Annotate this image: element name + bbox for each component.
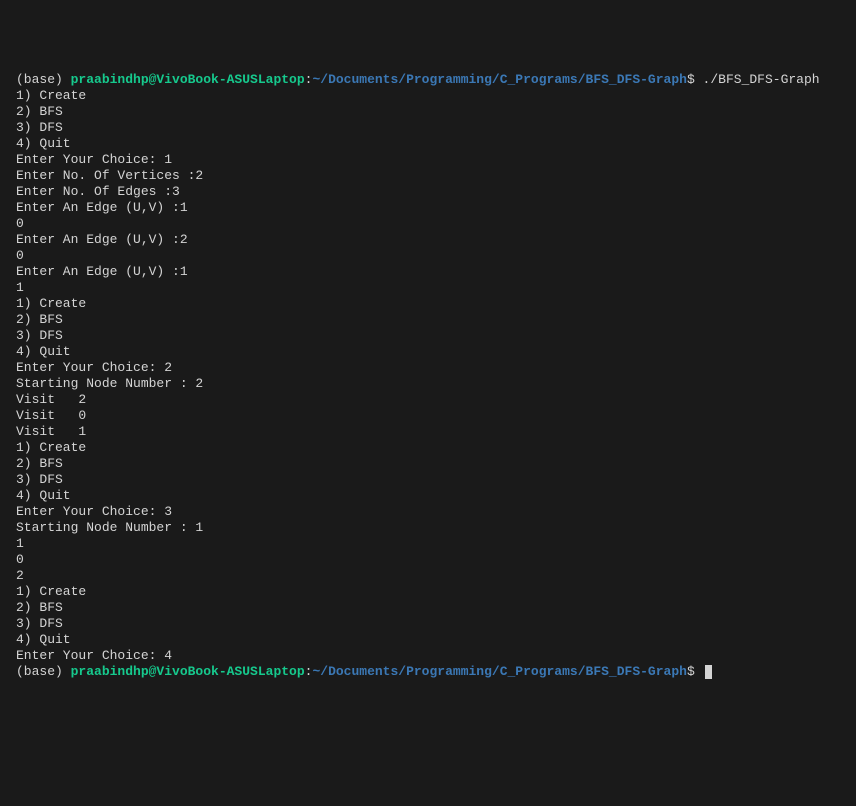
output-line: Enter An Edge (U,V) :1 bbox=[16, 200, 840, 216]
output-line: 4) Quit bbox=[16, 344, 840, 360]
output-line: Enter Your Choice: 1 bbox=[16, 152, 840, 168]
env-prefix: (base) bbox=[16, 664, 71, 679]
output-line: Visit 2 bbox=[16, 392, 840, 408]
output-line: 0 bbox=[16, 552, 840, 568]
output-line: Enter Your Choice: 3 bbox=[16, 504, 840, 520]
output-line: Enter An Edge (U,V) :1 bbox=[16, 264, 840, 280]
output-line: Visit 1 bbox=[16, 424, 840, 440]
output-line: 2) BFS bbox=[16, 312, 840, 328]
prompt-line-1: (base) praabindhp@VivoBook-ASUSLaptop:~/… bbox=[16, 72, 840, 88]
prompt-line-2[interactable]: (base) praabindhp@VivoBook-ASUSLaptop:~/… bbox=[16, 664, 840, 680]
dollar-sign: $ bbox=[687, 664, 695, 679]
output-line: 3) DFS bbox=[16, 328, 840, 344]
output-line: Enter Your Choice: 4 bbox=[16, 648, 840, 664]
output-line: Enter No. Of Edges :3 bbox=[16, 184, 840, 200]
dollar-sign: $ bbox=[687, 72, 695, 87]
cwd-path: ~/Documents/Programming/C_Programs/BFS_D… bbox=[312, 664, 686, 679]
output-line: 1 bbox=[16, 536, 840, 552]
output-line: 3) DFS bbox=[16, 472, 840, 488]
cursor-icon bbox=[705, 665, 712, 679]
output-line: 0 bbox=[16, 248, 840, 264]
output-line: 2) BFS bbox=[16, 104, 840, 120]
output-line: 2) BFS bbox=[16, 600, 840, 616]
output-line: Starting Node Number : 1 bbox=[16, 520, 840, 536]
output-line: 2 bbox=[16, 568, 840, 584]
user-host: praabindhp@VivoBook-ASUSLaptop bbox=[71, 664, 305, 679]
output-line: 4) Quit bbox=[16, 488, 840, 504]
env-prefix: (base) bbox=[16, 72, 71, 87]
output-line: 1) Create bbox=[16, 440, 840, 456]
output-line: 1) Create bbox=[16, 584, 840, 600]
cwd-path: ~/Documents/Programming/C_Programs/BFS_D… bbox=[312, 72, 686, 87]
output-line: 1) Create bbox=[16, 296, 840, 312]
output-line: 2) BFS bbox=[16, 456, 840, 472]
output-line: Starting Node Number : 2 bbox=[16, 376, 840, 392]
output-line: 4) Quit bbox=[16, 632, 840, 648]
output-line: 1) Create bbox=[16, 88, 840, 104]
output-line: Visit 0 bbox=[16, 408, 840, 424]
output-line: 4) Quit bbox=[16, 136, 840, 152]
command-text: ./BFS_DFS-Graph bbox=[695, 72, 820, 87]
user-host: praabindhp@VivoBook-ASUSLaptop bbox=[71, 72, 305, 87]
output-line: 0 bbox=[16, 216, 840, 232]
output-line: Enter Your Choice: 2 bbox=[16, 360, 840, 376]
output-line: Enter An Edge (U,V) :2 bbox=[16, 232, 840, 248]
terminal-output: 1) Create2) BFS3) DFS4) QuitEnter Your C… bbox=[16, 88, 840, 664]
output-line: 3) DFS bbox=[16, 616, 840, 632]
output-line: Enter No. Of Vertices :2 bbox=[16, 168, 840, 184]
output-line: 3) DFS bbox=[16, 120, 840, 136]
output-line: 1 bbox=[16, 280, 840, 296]
